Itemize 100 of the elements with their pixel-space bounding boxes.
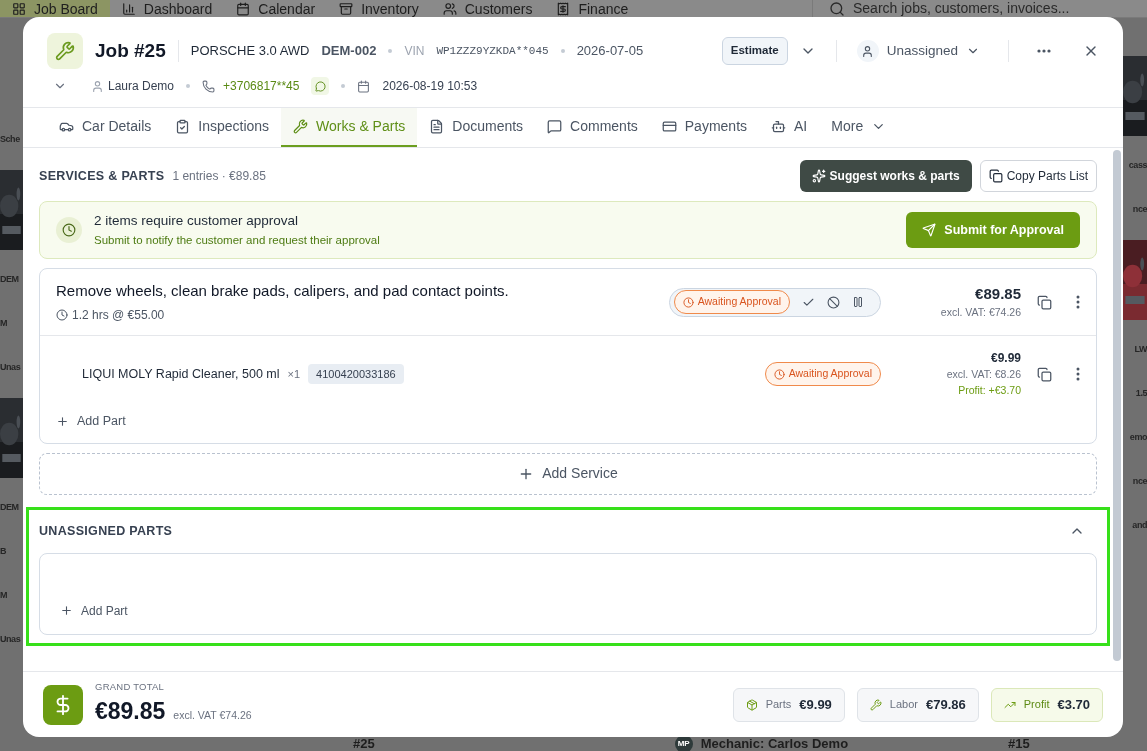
search-icon (829, 0, 845, 17)
chip-value: €9.99 (799, 695, 832, 714)
tab[interactable]: Inspections (163, 108, 282, 147)
background-text: DEM (0, 501, 19, 515)
background-text: #25 (353, 735, 375, 751)
avatar (856, 40, 879, 62)
background-text: Unas (0, 633, 21, 647)
background-text: nce (1132, 203, 1147, 217)
section-title: SERVICES & PARTS (39, 167, 165, 185)
background-text: emo (1129, 431, 1147, 445)
nav-tab[interactable]: Finance (544, 0, 641, 17)
bar-chart-icon (121, 1, 136, 16)
section-title: UNASSIGNED PARTS (39, 522, 173, 540)
add-part-button[interactable]: Add Part (60, 601, 128, 620)
background-text: nce (1132, 475, 1147, 489)
banner-title: 2 items require customer approval (94, 212, 300, 231)
plate-number: DEM-002 (321, 42, 377, 61)
add-service-button[interactable]: Add Service (39, 452, 1097, 495)
tab[interactable]: Documents (417, 108, 536, 147)
background-text: DEM (0, 273, 19, 287)
section-summary: 1 entries · €89.85 (172, 168, 266, 185)
job-date: 2026-07-05 (576, 42, 644, 61)
wrench-icon (47, 33, 83, 69)
receipt-icon (556, 1, 571, 16)
add-part-button[interactable]: Add Part (56, 412, 126, 431)
clock-icon (56, 309, 68, 322)
calendar-icon (236, 1, 251, 16)
more-icon[interactable] (1076, 295, 1080, 309)
clock-icon (56, 217, 82, 243)
chip-value: €79.86 (926, 695, 966, 714)
suggest-button[interactable]: Suggest works & parts (799, 160, 972, 192)
car-model: PORSCHE 3.0 AWD (190, 42, 310, 61)
vin-number: WP1ZZZ9YZKDA**045 (436, 43, 549, 59)
chip-label: Labor (889, 697, 918, 713)
background-text: B (0, 545, 7, 559)
send-icon (922, 223, 937, 237)
service-price: €89.85 (975, 283, 1021, 304)
chip-value: €3.70 (1057, 695, 1090, 714)
copy-icon[interactable] (1037, 294, 1052, 310)
ban-icon[interactable] (827, 295, 840, 309)
status-badge: Awaiting Approval (764, 362, 881, 386)
background-text: and (1132, 519, 1147, 533)
excl-vat: excl. VAT: €8.26 (946, 367, 1021, 383)
nav-tab[interactable]: Dashboard (109, 0, 225, 17)
excl-vat: excl. VAT: €74.26 (940, 305, 1021, 321)
clipboard-icon (175, 119, 191, 134)
plus-icon (56, 414, 69, 428)
grand-total: €89.85 (95, 697, 166, 727)
vin-label: VIN (404, 43, 425, 60)
background-text: cass (1128, 159, 1147, 173)
scrollbar[interactable] (1113, 150, 1121, 661)
box-icon (745, 698, 758, 711)
sparkles-icon (811, 169, 826, 183)
document-icon (429, 119, 445, 134)
part-price: €9.99 (990, 350, 1021, 368)
nav-tab[interactable]: Job Board (0, 0, 110, 17)
tab[interactable]: More (819, 108, 899, 147)
background-text: Mechanic: Carlos Demo (700, 735, 849, 751)
labor-time: 1.2 hrs @ €55.00 (72, 307, 165, 325)
status-badge: Awaiting Approval (673, 290, 790, 314)
dollar-icon (43, 684, 83, 725)
grid-icon (12, 1, 26, 16)
customer-name[interactable]: Laura Demo (108, 77, 175, 95)
phone-number[interactable]: +3706817**45 (223, 77, 300, 95)
pause-icon[interactable] (852, 296, 864, 308)
nav-tab[interactable]: Calendar (224, 0, 328, 17)
credit-card-icon (661, 119, 677, 134)
phone-icon (202, 79, 216, 93)
more-icon[interactable] (1076, 367, 1080, 381)
wrench-icon (293, 119, 309, 134)
wrench-icon (869, 698, 882, 711)
chat-icon[interactable] (311, 77, 330, 95)
status-button[interactable]: Estimate (721, 37, 788, 65)
assignee-dropdown[interactable]: Unassigned (856, 40, 980, 62)
copy-icon[interactable] (1037, 366, 1052, 382)
banner-text: Submit to notify the customer and request their approval (94, 232, 380, 248)
nav-tab[interactable]: Customers (430, 0, 545, 17)
copy-parts-button[interactable]: Copy Parts List (979, 160, 1097, 192)
excl-vat: excl. VAT €74.26 (173, 708, 252, 724)
part-sku: 4100420033186 (308, 363, 404, 385)
background-text: #15 (1008, 735, 1030, 751)
tab[interactable]: Car Details (47, 108, 164, 147)
tab[interactable]: Works & Parts (281, 108, 418, 147)
users-icon (442, 1, 457, 16)
more-icon[interactable] (1037, 49, 1051, 53)
tab[interactable]: Comments (535, 108, 650, 147)
tab[interactable]: AI (759, 108, 820, 147)
job-title: Job #25 (95, 38, 166, 63)
tab[interactable]: Payments (649, 108, 760, 147)
archive-icon (339, 1, 354, 16)
comment-icon (547, 119, 563, 134)
copy-icon (988, 169, 1003, 183)
plus-icon (60, 604, 73, 618)
part-profit: Profit: +€3.70 (958, 383, 1021, 398)
grand-total-label: GRAND TOTAL (95, 680, 166, 695)
part-quantity: ×1 (287, 366, 301, 382)
service-description: Remove wheels, clean brake pads, calipers, and pad contact points. (56, 280, 509, 301)
background-text: 1.5 (1135, 387, 1147, 401)
nav-tab[interactable]: Inventory (327, 0, 431, 17)
background-text: Unas (0, 361, 21, 375)
